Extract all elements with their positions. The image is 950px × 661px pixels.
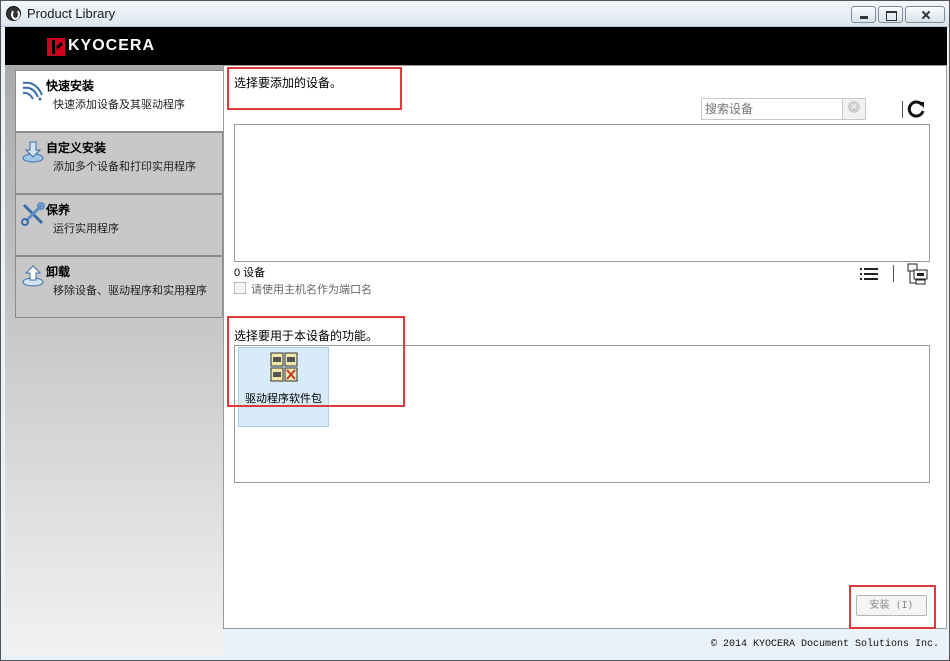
sidebar-item-custom-install[interactable]: 自定义安装 添加多个设备和打印实用程序 (15, 132, 223, 194)
select-function-heading: 选择要用于本设备的功能。 (234, 329, 379, 343)
app-window: Product Library KYOCERA 快速安装 快速添加设备及其驱动程… (0, 0, 950, 661)
device-list[interactable] (234, 124, 930, 262)
sidebar-item-desc: 添加多个设备和打印实用程序 (53, 161, 196, 173)
close-button[interactable] (905, 6, 945, 23)
device-view-icon[interactable] (906, 262, 930, 286)
clear-search-icon[interactable] (842, 98, 866, 120)
sidebar-item-quick-install[interactable]: 快速安装 快速添加设备及其驱动程序 (15, 70, 223, 132)
sidebar-item-title: 保养 (46, 203, 71, 217)
sidebar-item-desc: 快速添加设备及其驱动程序 (53, 99, 185, 111)
toolbar-divider (902, 101, 903, 118)
list-view-icon[interactable] (860, 267, 878, 281)
sidebar-item-maintenance[interactable]: 保养 运行实用程序 (15, 194, 223, 256)
search-input[interactable] (702, 99, 842, 119)
custom-install-icon (22, 141, 44, 163)
maintenance-tools-icon (21, 202, 45, 226)
sidebar-item-uninstall[interactable]: 卸载 移除设备、驱动程序和实用程序 (15, 256, 223, 318)
app-icon (6, 6, 21, 21)
sidebar-item-desc: 运行实用程序 (53, 223, 119, 235)
driver-package-icon (270, 352, 298, 382)
sidebar-item-title: 自定义安装 (46, 141, 107, 155)
minimize-button[interactable] (851, 6, 876, 23)
kyocera-logo-icon (47, 38, 65, 56)
copyright-footer: © 2014 KYOCERA Document Solutions Inc. (711, 639, 940, 650)
hostname-checkbox-label: 请使用主机名作为端口名 (251, 284, 372, 296)
quick-install-icon (22, 81, 43, 101)
function-list: 驱动程序软件包 (234, 345, 930, 483)
refresh-icon[interactable] (907, 100, 925, 118)
install-button[interactable]: 安装 (I) (856, 595, 927, 616)
sidebar: 快速安装 快速添加设备及其驱动程序 自定义安装 添加多个设备和打印实用程序 保养… (5, 65, 223, 655)
main-panel: 选择要添加的设备。 0 设备 请使用主机名作为端口名 (223, 65, 947, 629)
brand-header: KYOCERA (5, 27, 947, 65)
uninstall-icon (22, 265, 44, 287)
sidebar-item-title: 快速安装 (46, 79, 95, 93)
window-title: Product Library (27, 6, 116, 21)
title-bar: Product Library (1, 1, 949, 27)
sidebar-item-desc: 移除设备、驱动程序和实用程序 (53, 285, 207, 297)
hostname-checkbox[interactable] (234, 282, 246, 294)
maximize-button[interactable] (878, 6, 903, 23)
function-tile-label: 驱动程序软件包 (245, 393, 322, 405)
device-count: 0 设备 (234, 267, 266, 279)
view-divider (893, 265, 894, 282)
brand-logo-text: KYOCERA (68, 37, 156, 54)
select-device-heading: 选择要添加的设备。 (234, 76, 343, 90)
function-tile-driver-package[interactable]: 驱动程序软件包 (238, 347, 329, 427)
search-box (701, 98, 866, 120)
sidebar-item-title: 卸载 (46, 265, 71, 279)
